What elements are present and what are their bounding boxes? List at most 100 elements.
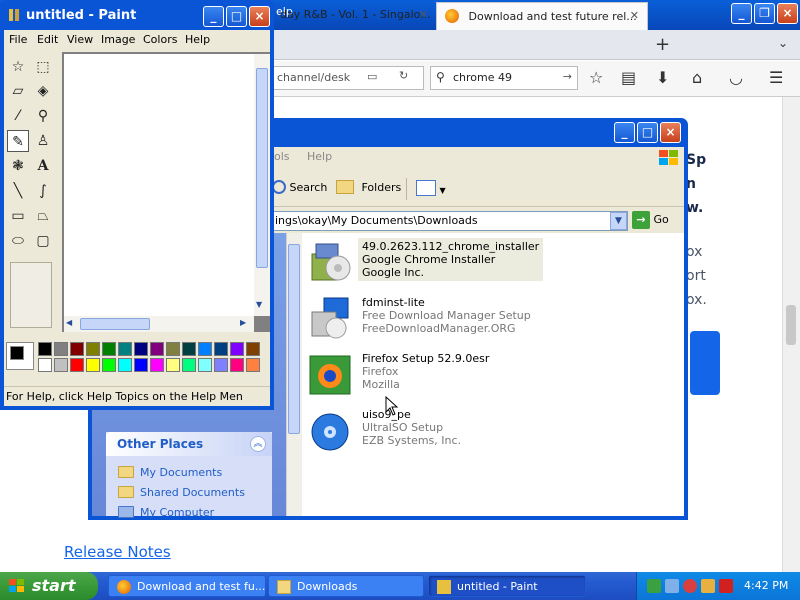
search-bar[interactable]: ⚲ chrome 49 → xyxy=(430,66,578,90)
palette-swatch[interactable] xyxy=(102,342,116,356)
foreground-color[interactable] xyxy=(10,346,24,360)
rounded-rect-tool-icon[interactable]: ▢ xyxy=(32,230,54,252)
line-tool-icon[interactable]: ╲ xyxy=(7,180,29,202)
reload-icon[interactable]: ↻ xyxy=(399,69,408,82)
place-shared-documents[interactable]: Shared Documents xyxy=(118,486,245,499)
taskbar-firefox[interactable]: Download and test fu... xyxy=(108,575,266,597)
explorer-close-button[interactable]: × xyxy=(660,122,681,143)
downloads-icon[interactable]: ⬇ xyxy=(656,68,669,87)
palette-swatch[interactable] xyxy=(38,358,52,372)
palette-swatch[interactable] xyxy=(166,358,180,372)
palette-swatch[interactable] xyxy=(182,358,196,372)
address-dropdown-button[interactable]: ▼ xyxy=(610,212,627,230)
file-item-chrome-installer[interactable]: 49.0.2623.112_chrome_installer Google Ch… xyxy=(306,238,544,286)
brush-tool-icon[interactable]: ♙ xyxy=(32,130,54,152)
palette-swatch[interactable] xyxy=(86,358,100,372)
release-notes-link[interactable]: Release Notes xyxy=(64,543,171,561)
rect-select-tool-icon[interactable]: ⬚ xyxy=(32,56,54,78)
task-pane-scrollbar-thumb[interactable] xyxy=(288,244,300,434)
palette-swatch[interactable] xyxy=(134,342,148,356)
file-item-fdminst-lite[interactable]: fdminst-lite Free Download Manager Setup… xyxy=(306,294,531,342)
paint-minimize-button[interactable]: _ xyxy=(203,6,224,27)
palette-swatch[interactable] xyxy=(198,358,212,372)
address-input[interactable]: ings\okay\My Documents\Downloads xyxy=(270,211,628,231)
free-select-tool-icon[interactable]: ☆ xyxy=(7,56,29,78)
menu-colors[interactable]: Colors xyxy=(143,33,177,46)
text-tool-icon[interactable]: A xyxy=(32,155,54,177)
menu-edit[interactable]: Edit xyxy=(37,33,58,46)
palette-swatch[interactable] xyxy=(150,358,164,372)
palette-swatch[interactable] xyxy=(214,358,228,372)
go-button[interactable]: → Go xyxy=(632,211,680,231)
tab-download-test[interactable]: Download and test future rel... ✕ xyxy=(436,2,648,30)
palette-swatch[interactable] xyxy=(134,358,148,372)
scrollbar-thumb[interactable] xyxy=(80,318,150,330)
security-icon[interactable] xyxy=(683,579,697,593)
paint-maximize-button[interactable]: □ xyxy=(226,6,247,27)
taskbar-paint[interactable]: untitled - Paint xyxy=(428,575,586,597)
palette-swatch[interactable] xyxy=(70,358,84,372)
tab-list-icon[interactable]: ⌄ xyxy=(778,36,788,50)
palette-swatch[interactable] xyxy=(54,358,68,372)
search-go-icon[interactable]: → xyxy=(563,70,572,83)
pocket-icon[interactable]: ◡ xyxy=(729,68,743,87)
fill-bucket-tool-icon[interactable]: ◈ xyxy=(32,80,54,102)
palette-swatch[interactable] xyxy=(70,342,84,356)
scroll-right-arrow-icon[interactable]: ▶ xyxy=(240,318,246,327)
scroll-left-arrow-icon[interactable]: ◀ xyxy=(66,318,72,327)
rectangle-tool-icon[interactable]: ▭ xyxy=(7,205,29,227)
bookmark-star-icon[interactable]: ☆ xyxy=(589,68,603,87)
palette-swatch[interactable] xyxy=(150,342,164,356)
shield-icon[interactable] xyxy=(719,579,733,593)
scrollbar-thumb[interactable] xyxy=(256,68,268,268)
close-tab-icon[interactable]: ✕ xyxy=(630,9,639,22)
eraser-tool-icon[interactable]: ▱ xyxy=(7,80,29,102)
menu-hamburger-icon[interactable]: ☰ xyxy=(769,68,783,87)
place-my-documents[interactable]: My Documents xyxy=(118,466,222,479)
paint-close-button[interactable]: × xyxy=(249,6,270,27)
curve-tool-icon[interactable]: ∫ xyxy=(32,180,54,202)
palette-swatch[interactable] xyxy=(230,342,244,356)
palette-swatch[interactable] xyxy=(118,358,132,372)
palette-swatch[interactable] xyxy=(230,358,244,372)
menu-help[interactable]: Help xyxy=(307,150,332,163)
file-item-uiso9-pe[interactable]: uiso9_pe UltraISO Setup EZB Systems, Inc… xyxy=(306,406,526,454)
other-places-header[interactable]: Other Places ︽ xyxy=(106,432,272,456)
palette-swatch[interactable] xyxy=(118,342,132,356)
home-icon[interactable]: ⌂ xyxy=(692,68,702,87)
start-button[interactable]: start xyxy=(0,572,98,600)
color-picker-tool-icon[interactable]: ⁄ xyxy=(7,105,29,127)
palette-swatch[interactable] xyxy=(182,342,196,356)
palette-swatch[interactable] xyxy=(166,342,180,356)
airbrush-tool-icon[interactable]: ❃ xyxy=(7,155,29,177)
firefox-minimize-button[interactable]: _ xyxy=(731,3,752,24)
menu-help[interactable]: Help xyxy=(185,33,210,46)
file-item-firefox-setup[interactable]: Firefox Setup 52.9.0esr Firefox Mozilla xyxy=(306,350,526,398)
taskbar-downloads[interactable]: Downloads xyxy=(268,575,424,597)
scroll-down-arrow-icon[interactable]: ▼ xyxy=(256,300,262,309)
views-button[interactable]: ▼ xyxy=(416,180,450,198)
ellipse-tool-icon[interactable]: ⬭ xyxy=(7,230,29,252)
menu-tools[interactable]: ols xyxy=(274,150,290,163)
palette-swatch[interactable] xyxy=(38,342,52,356)
magnifier-tool-icon[interactable]: ⚲ xyxy=(32,105,54,127)
search-input[interactable]: chrome 49 xyxy=(453,71,512,84)
new-tab-button[interactable]: + xyxy=(655,34,670,55)
url-bar[interactable]: channel/desk ▭ ↻ xyxy=(270,66,424,90)
drawing-canvas[interactable] xyxy=(64,54,254,316)
palette-swatch[interactable] xyxy=(246,358,260,372)
tab-singalong[interactable]: day R&B - Vol. 1 - Singalo... ✕ xyxy=(272,2,436,30)
palette-swatch[interactable] xyxy=(102,358,116,372)
volume-icon[interactable] xyxy=(701,579,715,593)
palette-swatch[interactable] xyxy=(246,342,260,356)
palette-swatch[interactable] xyxy=(198,342,212,356)
close-tab-icon[interactable]: ✕ xyxy=(419,8,428,21)
canvas-vertical-scrollbar[interactable]: ▼ xyxy=(254,54,270,316)
canvas-horizontal-scrollbar[interactable]: ◀ ▶ xyxy=(64,316,254,332)
folders-button[interactable]: Folders xyxy=(336,180,401,194)
bookmarks-list-icon[interactable]: ▤ xyxy=(621,68,636,87)
polygon-tool-icon[interactable]: ⏢ xyxy=(32,205,54,227)
firefox-close-button[interactable]: × xyxy=(777,3,798,24)
menu-image[interactable]: Image xyxy=(101,33,135,46)
search-button[interactable]: Search xyxy=(272,180,327,194)
